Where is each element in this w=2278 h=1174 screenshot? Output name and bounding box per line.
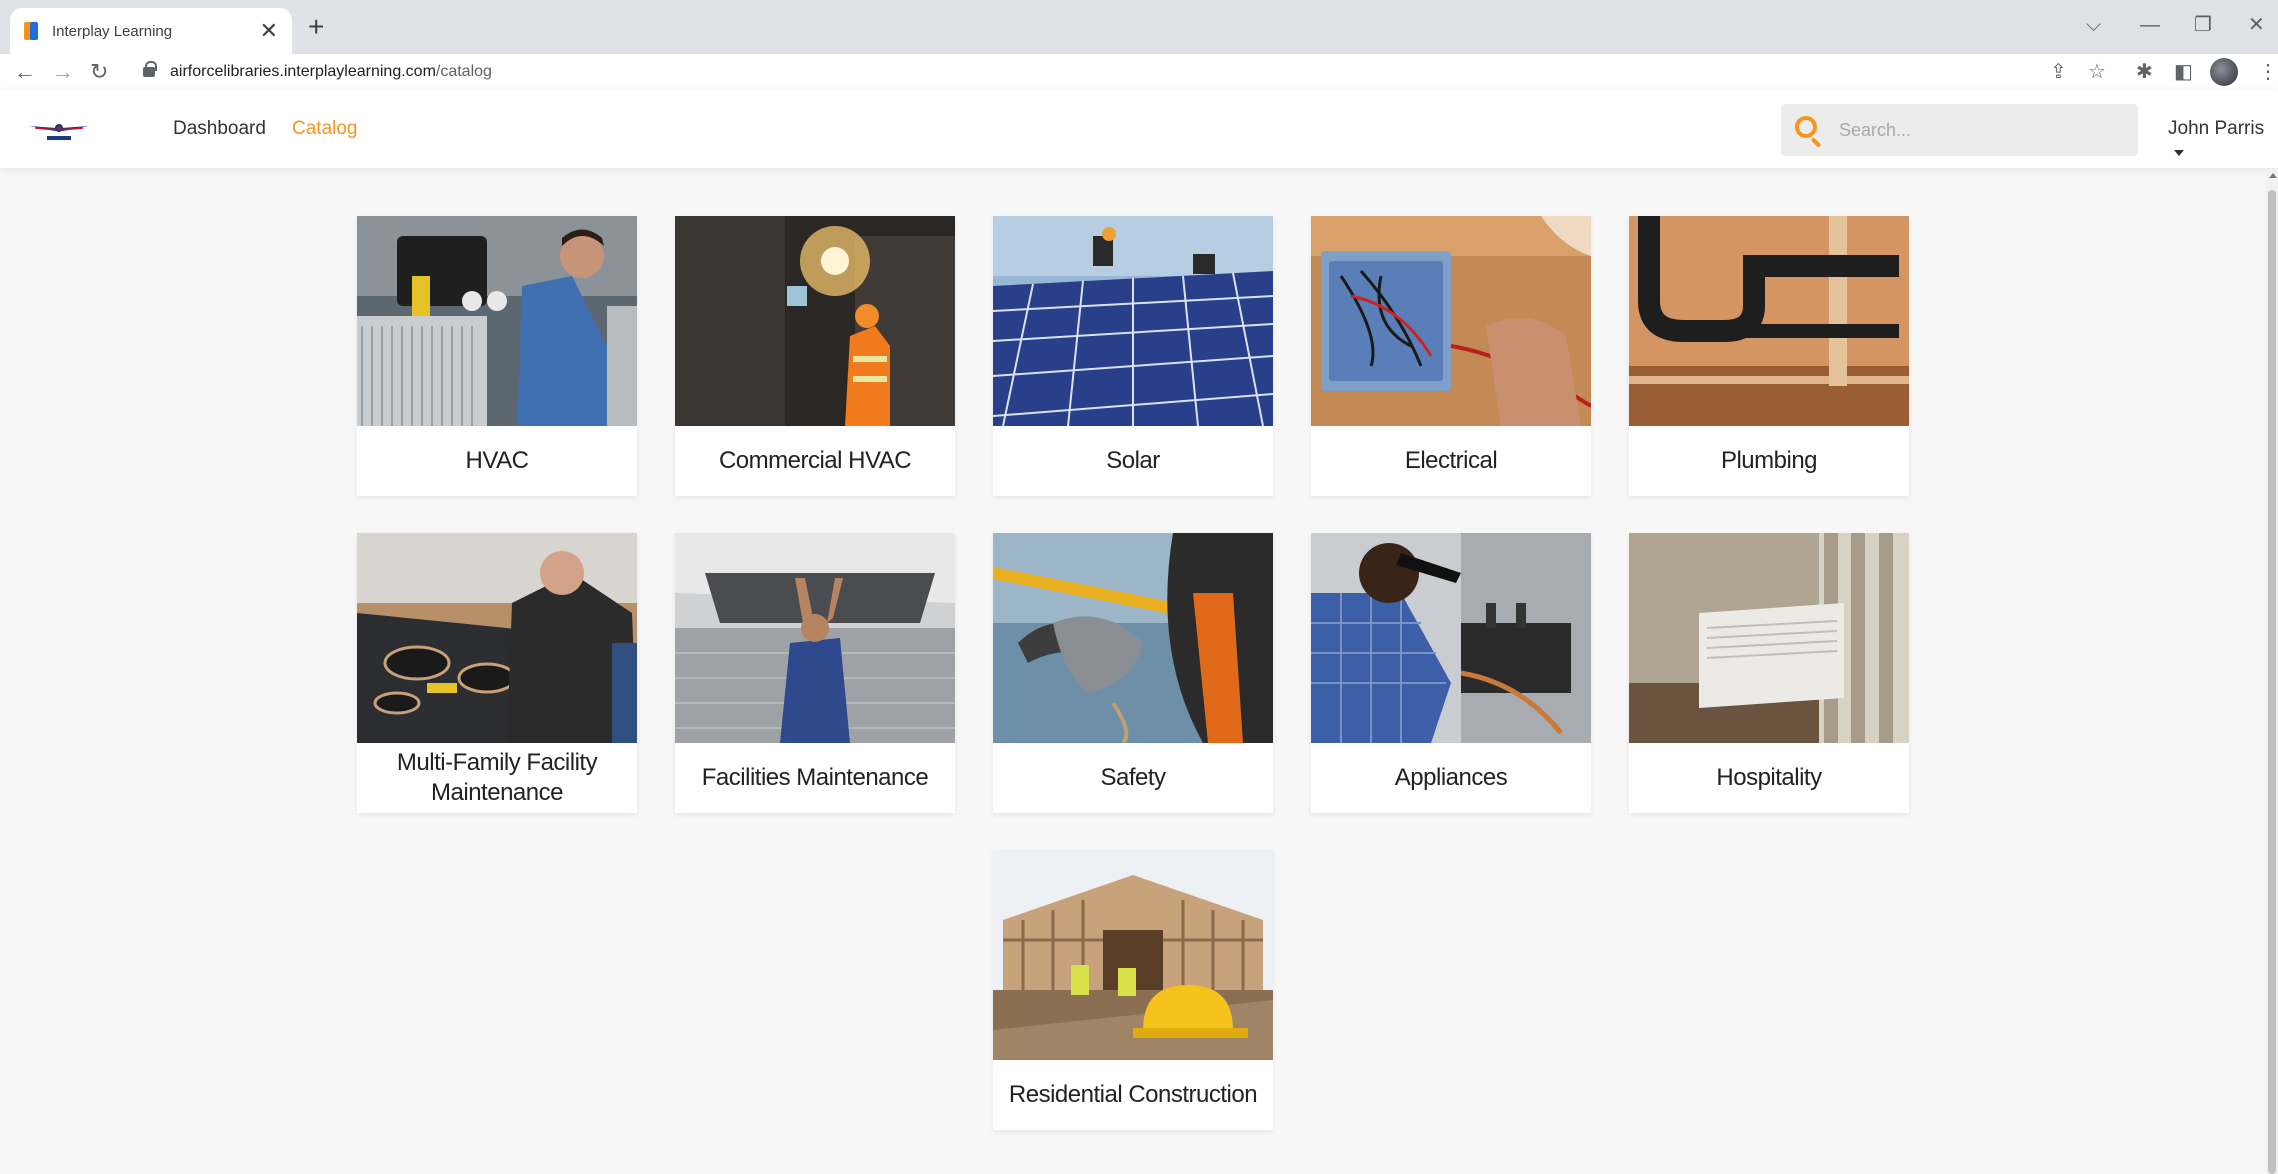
search-input[interactable] [1839, 104, 2129, 156]
tab-search-icon[interactable]: ⌵ [2086, 10, 2101, 40]
card-label: Appliances [1394, 764, 1508, 791]
search-icon[interactable] [1795, 116, 1817, 138]
card-label: Facilities Maintenance [701, 764, 929, 791]
scrollbar-thumb[interactable] [2268, 190, 2276, 1174]
catalog-card-solar[interactable]: Solar [993, 216, 1273, 496]
url-path: /catalog [435, 63, 492, 80]
catalog-card-hospitality[interactable]: Hospitality [1629, 533, 1909, 813]
electrical-box-photo [1311, 216, 1591, 426]
forward-icon[interactable]: → [52, 56, 74, 88]
catalog-card-residential-construction[interactable]: Residential Construction [993, 850, 1273, 1130]
catalog-card-commercial-hvac[interactable]: Commercial HVAC [675, 216, 955, 496]
browser-toolbar: ← → ↻ airforcelibraries.interplaylearnin… [0, 54, 2278, 90]
commercial-hvac-photo [675, 216, 955, 426]
lock-icon[interactable] [143, 61, 157, 77]
nav-catalog[interactable]: Catalog [292, 117, 358, 141]
card-label: Hospitality [1716, 764, 1822, 791]
card-label: Commercial HVAC [718, 447, 912, 474]
plumbing-pipes-photo [1629, 216, 1909, 426]
card-label: Solar [1106, 447, 1160, 474]
user-menu[interactable]: John Parris [2168, 117, 2278, 165]
catalog-card-safety[interactable]: Safety [993, 533, 1273, 813]
nav-dashboard[interactable]: Dashboard [173, 117, 266, 141]
card-label: Electrical [1404, 447, 1498, 474]
air-force-libraries-logo[interactable] [27, 114, 91, 144]
back-icon[interactable]: ← [14, 56, 36, 88]
bookmark-star-icon[interactable]: ☆ [2088, 58, 2106, 86]
catalog-card-electrical[interactable]: Electrical [1311, 216, 1591, 496]
minimize-icon[interactable]: — [2140, 10, 2160, 40]
construction-site-photo [993, 850, 1273, 1060]
tab-close-icon[interactable]: ✕ [260, 20, 278, 42]
window-close-icon[interactable]: ✕ [2248, 10, 2265, 40]
tab-title: Interplay Learning [52, 22, 173, 40]
ptac-unit-photo [1629, 533, 1909, 743]
profile-avatar[interactable] [2210, 58, 2238, 86]
stove-repair-photo [357, 533, 637, 743]
user-name: John Parris [2168, 118, 2265, 139]
menu-kebab-icon[interactable]: ⋮ [2258, 58, 2278, 86]
hvac-technician-photo [357, 216, 637, 426]
ceiling-maintenance-photo [675, 533, 955, 743]
catalog-card-hvac[interactable]: HVAC [357, 216, 637, 496]
catalog-card-multi-family-facility-maintenance[interactable]: Multi-Family Facility Maintenance [357, 533, 637, 813]
interplay-favicon-icon [24, 22, 40, 40]
scroll-up-arrow-icon[interactable] [2269, 173, 2277, 178]
search-box [1781, 104, 2138, 156]
browser-tab-strip: Interplay Learning ✕ + ⌵ — ❐ ✕ [0, 0, 2278, 54]
browser-tab[interactable]: Interplay Learning ✕ [10, 8, 292, 54]
new-tab-button[interactable]: + [308, 12, 324, 42]
chevron-down-icon [2174, 149, 2184, 156]
card-label: Residential Construction [1008, 1081, 1258, 1108]
scrollbar[interactable] [2266, 172, 2278, 1174]
card-label: HVAC [465, 447, 529, 474]
address-bar[interactable]: airforcelibraries.interplaylearning.com/… [170, 59, 492, 85]
restore-icon[interactable]: ❐ [2194, 10, 2212, 40]
card-label: Plumbing [1720, 447, 1818, 474]
share-icon[interactable]: ⇪ [2050, 58, 2067, 86]
appliance-repair-photo [1311, 533, 1591, 743]
catalog-card-plumbing[interactable]: Plumbing [1629, 216, 1909, 496]
card-label: Multi-Family Facility Maintenance [396, 749, 598, 806]
url-host: airforcelibraries.interplaylearning.com [170, 63, 436, 80]
side-panel-icon[interactable]: ◧ [2174, 58, 2193, 86]
reload-icon[interactable]: ↻ [90, 56, 108, 88]
extensions-icon[interactable]: ✱ [2136, 58, 2153, 86]
solar-panels-photo [993, 216, 1273, 426]
catalog-card-facilities-maintenance[interactable]: Facilities Maintenance [675, 533, 955, 813]
app-header: Dashboard Catalog John Parris [0, 90, 2278, 168]
catalog-card-appliances[interactable]: Appliances [1311, 533, 1591, 813]
safety-harness-photo [993, 533, 1273, 743]
card-label: Safety [1100, 764, 1166, 791]
